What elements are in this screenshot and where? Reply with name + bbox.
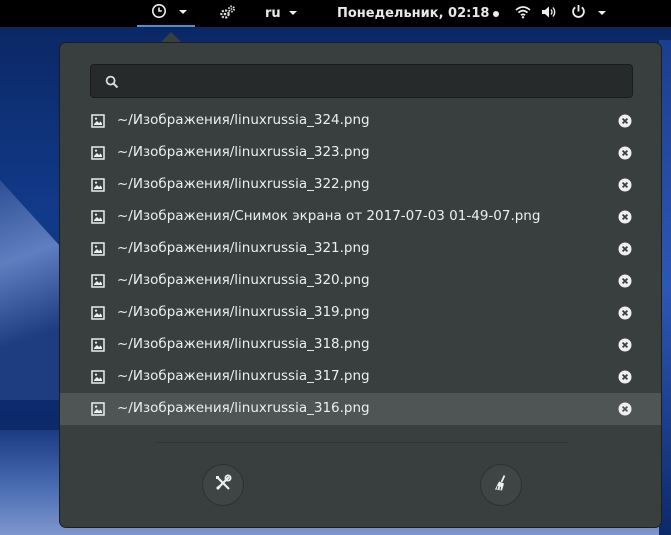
remove-item-icon[interactable] xyxy=(618,370,632,388)
remove-item-icon[interactable] xyxy=(618,210,632,228)
image-file-icon xyxy=(91,274,105,292)
wifi-icon xyxy=(515,5,531,23)
clear-history-button[interactable] xyxy=(480,464,522,506)
tools-icon xyxy=(214,474,232,496)
image-file-icon xyxy=(91,370,105,388)
image-file-icon xyxy=(91,242,105,260)
list-item[interactable]: ~/Изображения/linuxrussia_317.png xyxy=(60,361,661,393)
item-path: ~/Изображения/linuxrussia_322.png xyxy=(117,176,370,192)
list-item[interactable]: ~/Изображения/linuxrussia_321.png xyxy=(60,233,661,265)
list-item-selected[interactable]: ~/Изображения/linuxrussia_316.png xyxy=(60,393,661,425)
list-item[interactable]: ~/Изображения/linuxrussia_318.png xyxy=(60,329,661,361)
notification-dot xyxy=(493,10,500,17)
remove-item-icon[interactable] xyxy=(618,146,632,164)
item-path: ~/Изображения/linuxrussia_319.png xyxy=(117,304,370,320)
item-path: ~/Изображения/linuxrussia_318.png xyxy=(117,336,370,352)
image-file-icon xyxy=(91,114,105,132)
remove-item-icon[interactable] xyxy=(618,306,632,324)
popup-separator xyxy=(155,442,568,443)
item-path: ~/Изображения/linuxrussia_323.png xyxy=(117,144,370,160)
settings-gears-icon xyxy=(219,4,237,24)
remove-item-icon[interactable] xyxy=(618,114,632,132)
list-item[interactable]: ~/Изображения/linuxrussia_323.png xyxy=(60,137,661,169)
image-file-icon xyxy=(91,306,105,324)
image-file-icon xyxy=(91,178,105,196)
system-menu-button[interactable] xyxy=(515,0,607,27)
top-bar: ru Понедельник, 02:18 xyxy=(0,0,671,27)
item-path: ~/Изображения/linuxrussia_317.png xyxy=(117,368,370,384)
item-path: ~/Изображения/linuxrussia_320.png xyxy=(117,272,370,288)
language-label: ru xyxy=(265,6,281,21)
list-item[interactable]: ~/Изображения/linuxrussia_320.png xyxy=(60,265,661,297)
list-item[interactable]: ~/Изображения/linuxrussia_319.png xyxy=(60,297,661,329)
clipboard-indicator-button[interactable] xyxy=(137,0,195,27)
chevron-down-icon xyxy=(178,5,188,20)
image-file-icon xyxy=(91,338,105,356)
list-item[interactable]: ~/Изображения/linuxrussia_322.png xyxy=(60,169,661,201)
remove-item-icon[interactable] xyxy=(618,338,632,356)
list-item[interactable]: ~/Изображения/linuxrussia_324.png xyxy=(60,105,661,137)
extensions-gears-button[interactable] xyxy=(219,0,237,27)
search-field[interactable] xyxy=(90,64,633,98)
item-path: ~/Изображения/linuxrussia_316.png xyxy=(117,400,370,416)
datetime-button[interactable]: Понедельник, 02:18 xyxy=(337,0,500,27)
item-path: ~/Изображения/linuxrussia_324.png xyxy=(117,112,370,128)
wallpaper-mountain xyxy=(0,180,60,400)
power-icon xyxy=(571,4,586,23)
remove-item-icon[interactable] xyxy=(618,274,632,292)
remove-item-icon[interactable] xyxy=(618,242,632,260)
image-file-icon xyxy=(91,402,105,420)
clipboard-list: ~/Изображения/linuxrussia_324.png ~/Изоб… xyxy=(60,105,661,425)
item-path: ~/Изображения/linuxrussia_321.png xyxy=(117,240,370,256)
keyboard-layout-button[interactable]: ru xyxy=(265,0,298,27)
volume-icon xyxy=(541,5,558,23)
search-icon xyxy=(105,74,119,93)
item-path: ~/Изображения/Снимок экрана от 2017-07-0… xyxy=(117,208,541,224)
remove-item-icon[interactable] xyxy=(618,178,632,196)
broom-icon xyxy=(492,474,510,496)
clock-history-icon xyxy=(151,3,167,23)
chevron-down-icon xyxy=(597,6,607,21)
settings-button[interactable] xyxy=(202,464,244,506)
image-file-icon xyxy=(91,210,105,228)
search-input[interactable] xyxy=(131,69,625,95)
chevron-down-icon xyxy=(288,6,298,21)
list-item[interactable]: ~/Изображения/Снимок экрана от 2017-07-0… xyxy=(60,201,661,233)
clock-label: Понедельник, 02:18 xyxy=(337,6,490,21)
remove-item-icon[interactable] xyxy=(618,402,632,420)
image-file-icon xyxy=(91,146,105,164)
